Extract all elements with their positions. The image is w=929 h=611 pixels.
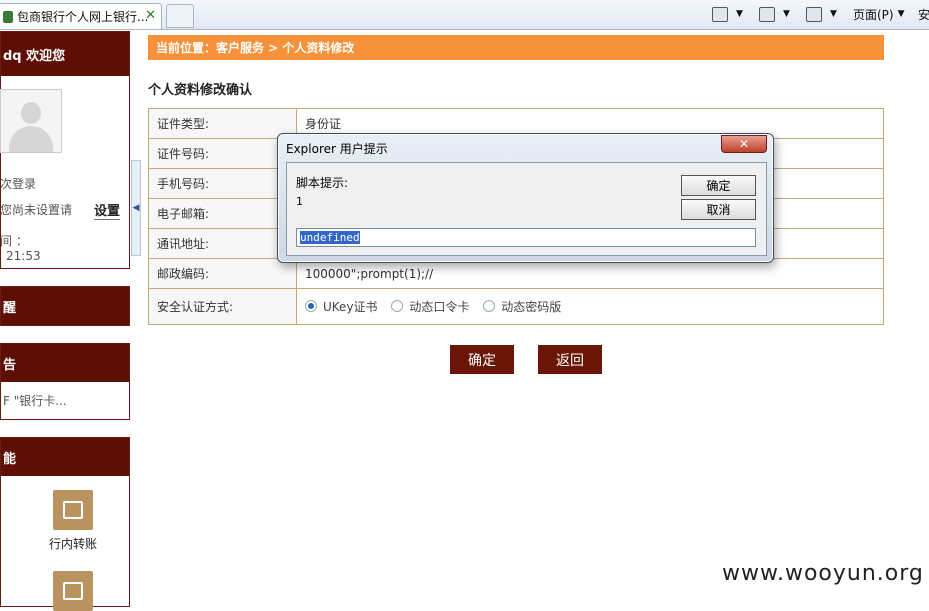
radio-checked-icon (305, 300, 317, 313)
sidebar: dq 欢迎您 次登录 您尚未设置请 设置 间 ： 21:53 醒 告 F "银行… (0, 31, 131, 611)
tab-close-icon[interactable]: ✕ (145, 8, 156, 23)
printer-icon (806, 6, 822, 22)
radio-unchecked-icon (483, 300, 496, 313)
chevron-down-icon[interactable]: ▼ (736, 9, 743, 19)
transfer-icon[interactable] (53, 490, 93, 530)
dialog-input[interactable]: undefined (296, 228, 756, 247)
login-count: 次登录 (0, 177, 37, 191)
radio-label: UKey证书 (323, 299, 378, 314)
reminder-panel: 醒 (0, 286, 130, 326)
setting-link[interactable]: 设置 (94, 200, 121, 220)
function-header: 能 (1, 438, 129, 476)
notice-item[interactable]: F "银行卡... (1, 382, 129, 409)
site-favicon-icon (3, 10, 13, 23)
notice-header[interactable]: 告 (1, 344, 129, 382)
dialog-title: Explorer 用户提示 (286, 142, 388, 156)
browser-toolbar: 包商银行个人网上银行... ✕ ▼ ▼ ▼ 页面(P) ▼ 安 (0, 0, 929, 30)
chevron-down-icon[interactable]: ▼ (830, 9, 837, 19)
home-button[interactable]: ▼ (712, 5, 743, 23)
last-login-label: 间 ： (0, 234, 28, 248)
table-row: 邮政编码: 100000";prompt(1);// (148, 258, 884, 289)
auth-options: UKey证书 动态口令卡 动态密码版 (296, 288, 884, 325)
reminder-header[interactable]: 醒 (1, 287, 129, 325)
dialog-message: 1 (296, 195, 303, 208)
row-label: 邮政编码: (148, 258, 297, 289)
row-value: 100000";prompt(1);// (296, 258, 884, 289)
welcome-header: dq 欢迎您 (1, 32, 129, 76)
dialog-close-button[interactable]: ✕ (721, 135, 767, 153)
chevron-down-icon: ▼ (897, 9, 905, 19)
rss-icon (759, 6, 775, 22)
safety-menu[interactable]: 安 (918, 5, 929, 23)
row-label: 证件号码: (148, 138, 297, 169)
row-label: 证件类型: (148, 108, 297, 139)
row-label: 电子邮箱: (148, 198, 297, 229)
feeds-button[interactable]: ▼ (759, 5, 790, 23)
page-menu-label: 页面(P) (853, 7, 894, 22)
dialog-input-value: undefined (300, 231, 360, 244)
safety-menu-label: 安 (918, 7, 929, 22)
sidebar-collapse-handle[interactable]: ◀ (131, 160, 141, 256)
auth-label: 安全认证方式: (148, 288, 297, 325)
dialog-prompt-label: 脚本提示: (296, 176, 349, 190)
browser-tab[interactable]: 包商银行个人网上银行... ✕ (0, 3, 162, 29)
radio-token-card[interactable]: 动态口令卡 (391, 298, 469, 315)
breadcrumb: 当前位置：客户服务 > 个人资料修改 (148, 35, 884, 60)
table-row: 安全认证方式: UKey证书 动态口令卡 动态密码版 (148, 288, 884, 325)
new-tab-button[interactable] (166, 4, 194, 28)
func-transfer-label[interactable]: 行内转账 (49, 535, 97, 552)
confirm-button[interactable]: 确定 (450, 345, 514, 374)
radio-label: 动态密码版 (501, 299, 562, 314)
dialog-ok-button[interactable]: 确定 (681, 175, 756, 196)
page-menu[interactable]: 页面(P) ▼ (853, 5, 905, 23)
chevron-down-icon[interactable]: ▼ (783, 9, 790, 19)
page-title: 个人资料修改确认 (148, 83, 253, 98)
chevron-left-icon: ◀ (132, 203, 140, 213)
home-icon (712, 6, 728, 22)
radio-ukey[interactable]: UKey证书 (305, 298, 378, 315)
last-login-time: 21:53 (6, 249, 41, 263)
radio-label: 动态口令卡 (409, 299, 470, 314)
row-label: 手机号码: (148, 168, 297, 199)
not-set-text: 您尚未设置请 (0, 203, 73, 217)
print-button[interactable]: ▼ (806, 5, 837, 23)
phone-icon[interactable] (53, 571, 93, 611)
prompt-dialog: Explorer 用户提示 ✕ 脚本提示: 1 确定 取消 undefined (277, 133, 774, 263)
row-label: 通讯地址: (148, 228, 297, 259)
back-button[interactable]: 返回 (538, 345, 602, 374)
dialog-cancel-button[interactable]: 取消 (681, 199, 756, 220)
notice-panel: 告 F "银行卡... (0, 343, 130, 420)
avatar (0, 89, 62, 153)
radio-password-board[interactable]: 动态密码版 (483, 298, 561, 315)
dialog-body: 脚本提示: 1 确定 取消 undefined (286, 162, 767, 256)
tab-title: 包商银行个人网上银行... (17, 10, 149, 24)
radio-unchecked-icon (391, 300, 404, 313)
watermark: www.wooyun.org (722, 561, 924, 586)
